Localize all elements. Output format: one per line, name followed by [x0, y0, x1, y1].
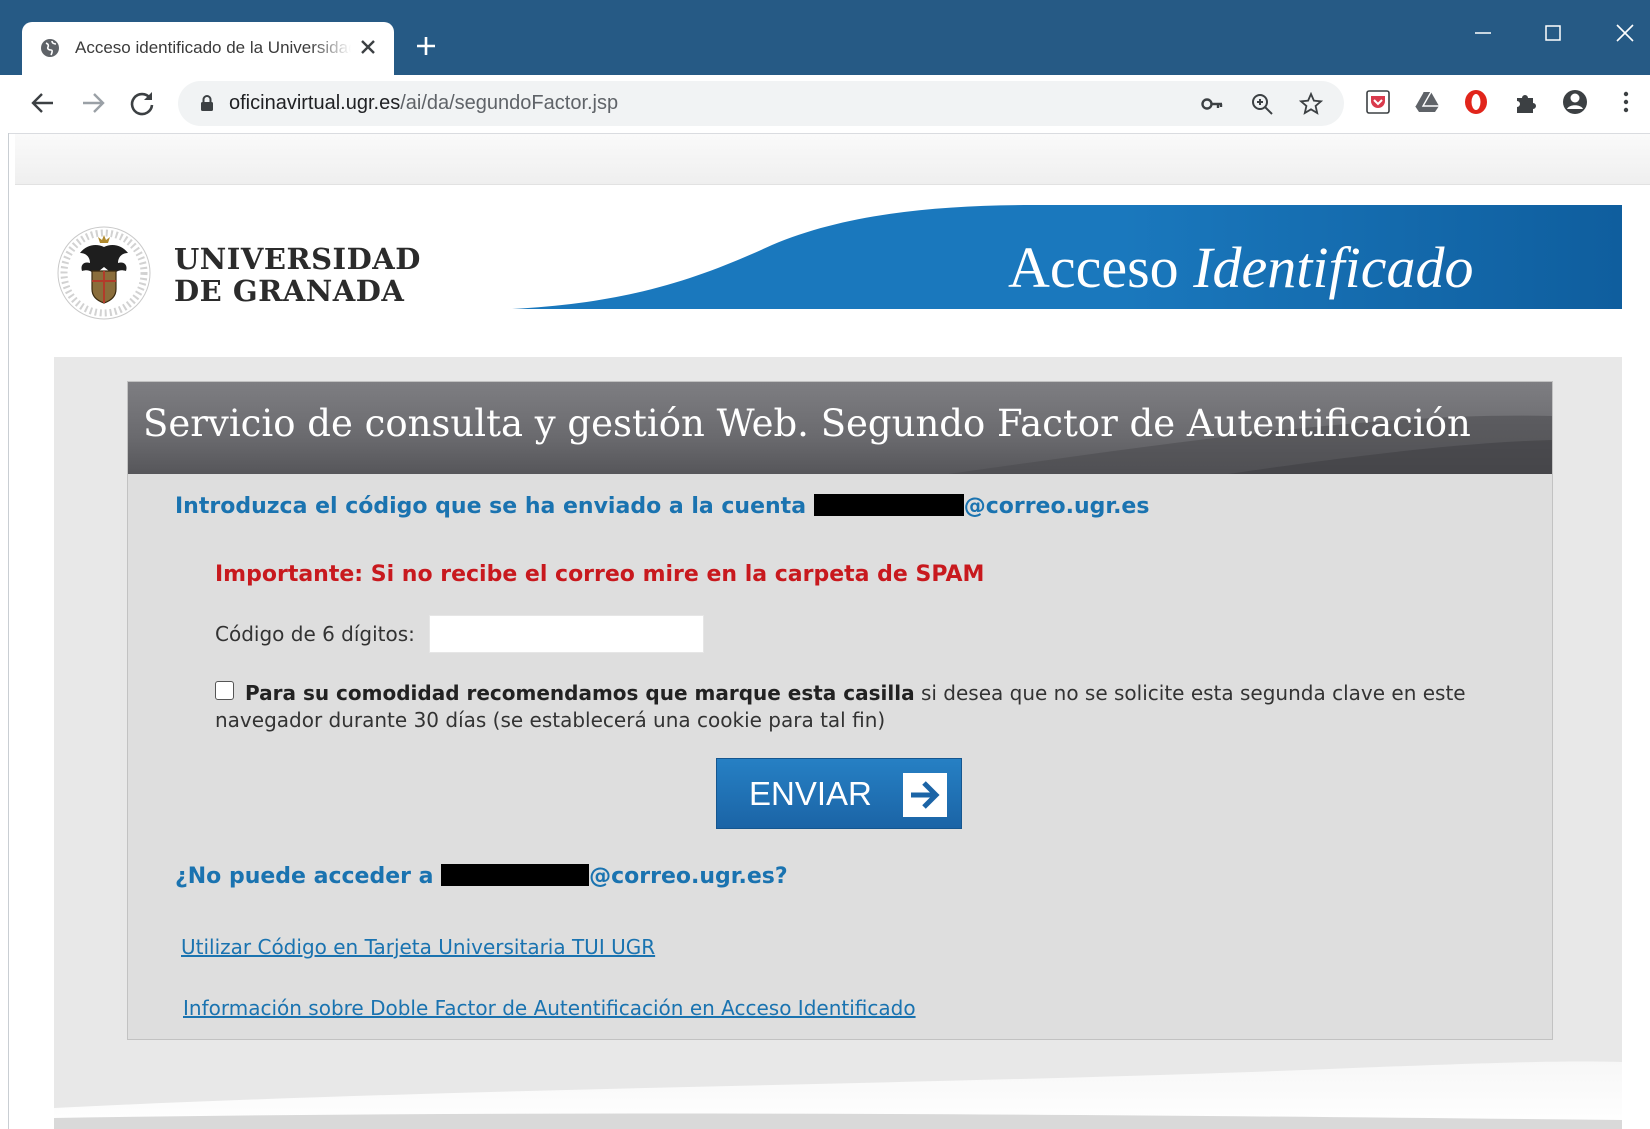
reload-icon[interactable] [127, 88, 157, 118]
close-icon[interactable] [357, 36, 379, 58]
arrow-right-icon [903, 773, 947, 817]
url-text: oficinavirtual.ugr.es/ai/da/segundoFacto… [229, 92, 619, 114]
browser-tab[interactable]: Acceso identificado de la Universidad de… [22, 22, 394, 75]
back-arrow-icon[interactable] [28, 88, 58, 118]
panel-title: Servicio de consulta y gestión Web. Segu… [143, 402, 1471, 445]
lock-icon [201, 95, 213, 111]
content-bottom-wave [54, 1061, 1622, 1129]
submit-label: ENVIAR [749, 775, 872, 812]
university-name: UNIVERSIDAD DE GRANADA [174, 242, 421, 308]
window-edge [0, 133, 9, 1129]
forward-arrow-icon[interactable] [78, 88, 108, 118]
star-icon[interactable] [1299, 92, 1323, 116]
browser-titlebar: Acceso identificado de la Universidad de… [0, 0, 1650, 75]
remember-browser-checkbox[interactable] [215, 681, 234, 700]
code-sent-instruction: Introduzca el código que se ha enviado a… [175, 494, 1150, 519]
puzzle-extensions-icon[interactable] [1512, 88, 1540, 116]
key-icon[interactable] [1200, 92, 1224, 116]
redacted-username [441, 864, 590, 886]
code-label: Código de 6 dígitos: [215, 622, 415, 646]
no-access-question: ¿No puede acceder a @correo.ugr.es? [175, 864, 788, 889]
globe-icon [41, 39, 59, 57]
profile-icon[interactable] [1561, 88, 1589, 116]
spam-warning: Importante: Si no recibe el correo mire … [215, 562, 985, 587]
university-seal-logo [57, 226, 151, 320]
drive-extension-icon[interactable] [1413, 88, 1441, 116]
pocket-extension-icon[interactable] [1364, 88, 1392, 116]
auth-panel: Servicio de consulta y gestión Web. Segu… [127, 381, 1553, 1040]
opera-extension-icon[interactable] [1462, 88, 1490, 116]
menu-kebab-icon[interactable] [1612, 88, 1640, 116]
submit-button[interactable]: ENVIAR [716, 758, 962, 829]
plus-icon[interactable] [415, 35, 437, 57]
minimize-icon[interactable] [1470, 20, 1496, 46]
browser-toolbar: oficinavirtual.ugr.es/ai/da/segundoFacto… [0, 75, 1650, 134]
tab-title: Acceso identificado de la Universidad de… [75, 38, 351, 57]
window-close-icon[interactable] [1612, 20, 1638, 46]
address-bar[interactable]: oficinavirtual.ugr.es/ai/da/segundoFacto… [178, 81, 1344, 126]
two-factor-info-link[interactable]: Información sobre Doble Factor de Autent… [183, 996, 916, 1020]
remember-browser-text: Para su comodidad recomendamos que marqu… [215, 681, 1466, 732]
page-topbar [15, 134, 1650, 185]
tui-code-link[interactable]: Utilizar Código en Tarjeta Universitaria… [181, 935, 655, 959]
code-input[interactable] [429, 615, 704, 653]
redacted-username [813, 494, 964, 516]
banner-title: Acceso Identificado [1008, 235, 1474, 300]
maximize-icon[interactable] [1540, 20, 1566, 46]
zoom-icon[interactable] [1250, 92, 1274, 116]
